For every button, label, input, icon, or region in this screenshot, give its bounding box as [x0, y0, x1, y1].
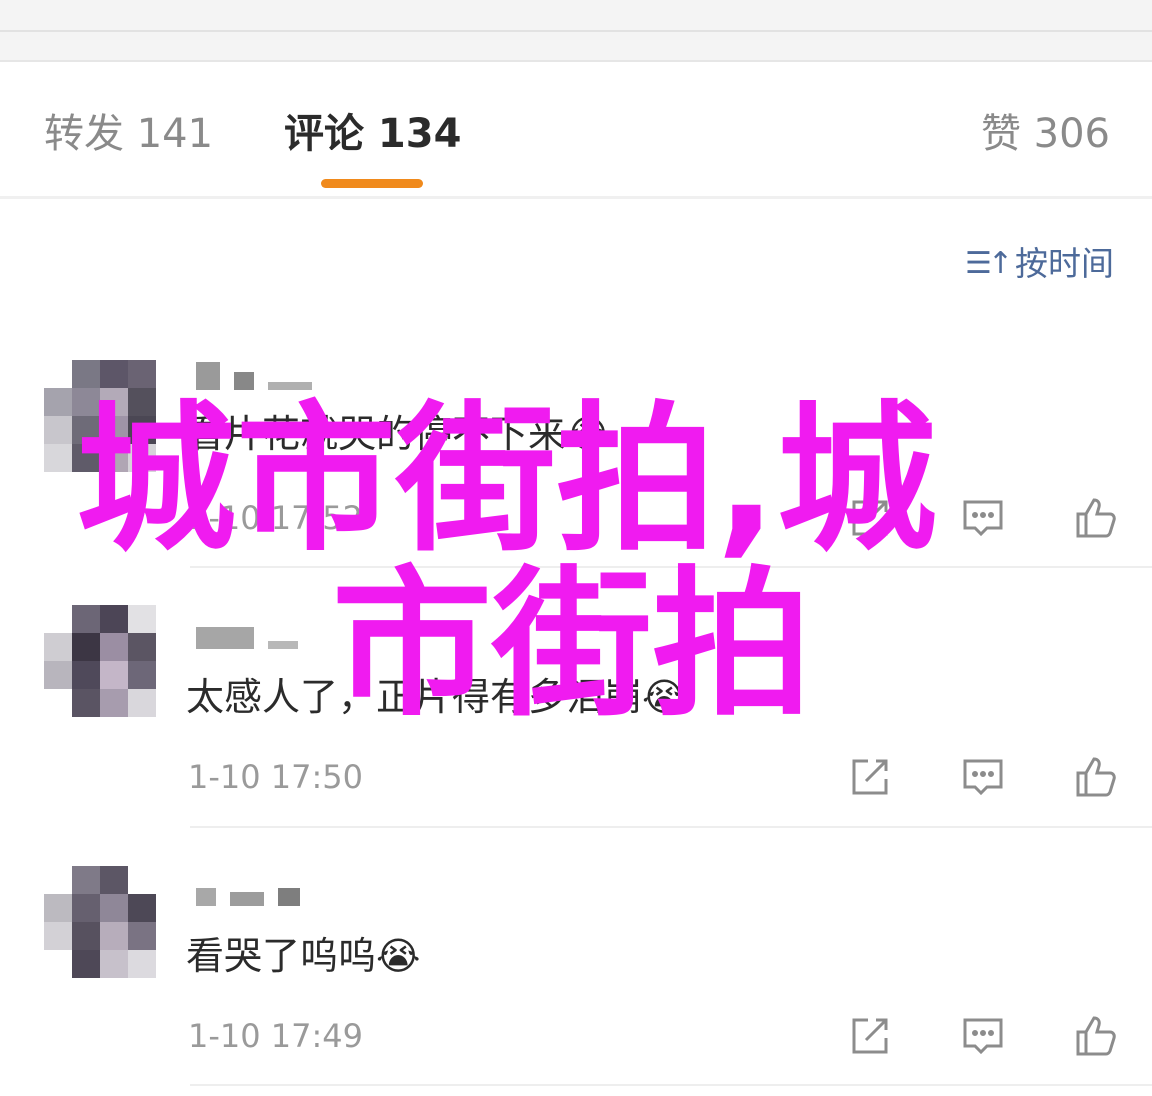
- tab-like[interactable]: 赞 306: [981, 110, 1110, 158]
- reply-button[interactable]: [926, 753, 1039, 801]
- comment-item: 看哭了呜呜😭 1-10 17:49: [0, 866, 1152, 1088]
- avatar[interactable]: [44, 360, 156, 472]
- sort-label: 按时间: [1015, 244, 1114, 283]
- comment-divider: [190, 566, 1152, 568]
- share-button[interactable]: [813, 1012, 926, 1060]
- share-icon: [852, 1018, 887, 1054]
- comment-item: 看片花就哭的停不下来😭 1-10 17:52: [0, 360, 1152, 568]
- like-icon: [1076, 1016, 1116, 1056]
- avatar[interactable]: [44, 605, 156, 717]
- comment-actions: [813, 753, 1152, 801]
- avatar[interactable]: [44, 866, 156, 978]
- top-divider: [0, 30, 1152, 32]
- comment-time: 1-10 17:52: [188, 499, 364, 537]
- reply-icon: [963, 759, 1002, 796]
- tab-divider: [0, 196, 1152, 199]
- username[interactable]: [196, 619, 298, 649]
- comment-divider: [190, 1084, 1152, 1086]
- comment-time: 1-10 17:50: [188, 758, 364, 796]
- comment-text: 看片花就哭的停不下来😭: [186, 412, 611, 456]
- like-icon: [1076, 757, 1116, 797]
- username[interactable]: [196, 360, 312, 390]
- like-icon: [1076, 498, 1116, 538]
- share-icon: [852, 500, 887, 536]
- tab-forward[interactable]: 转发 141: [44, 110, 213, 158]
- reply-icon: [963, 1018, 1002, 1055]
- like-button[interactable]: [1039, 753, 1152, 801]
- comment-actions: [813, 494, 1152, 542]
- reply-icon: [963, 500, 1002, 537]
- share-icon: [852, 759, 887, 795]
- sort-by-time-button[interactable]: ☰↑ 按时间: [965, 244, 1114, 284]
- comment-item: 太感人了，正片得有多泪崩😭 1-10 17:50: [0, 605, 1152, 830]
- share-button[interactable]: [813, 494, 926, 542]
- tab-bar: 转发 141 评论 134 赞 306: [0, 62, 1152, 196]
- comment-time: 1-10 17:49: [188, 1017, 364, 1055]
- username[interactable]: [196, 876, 300, 906]
- comment-text: 太感人了，正片得有多泪崩😭: [186, 675, 687, 719]
- like-button[interactable]: [1039, 1012, 1152, 1060]
- like-button[interactable]: [1039, 494, 1152, 542]
- comment-divider: [190, 826, 1152, 828]
- top-strip: [0, 0, 1152, 62]
- reply-button[interactable]: [926, 494, 1039, 542]
- reply-button[interactable]: [926, 1012, 1039, 1060]
- comment-actions: [813, 1012, 1152, 1060]
- tab-comment[interactable]: 评论 134: [284, 110, 461, 158]
- share-button[interactable]: [813, 753, 926, 801]
- sort-icon: ☰↑: [964, 246, 1013, 281]
- comment-text: 看哭了呜呜😭: [186, 934, 421, 978]
- active-tab-indicator: [321, 179, 423, 188]
